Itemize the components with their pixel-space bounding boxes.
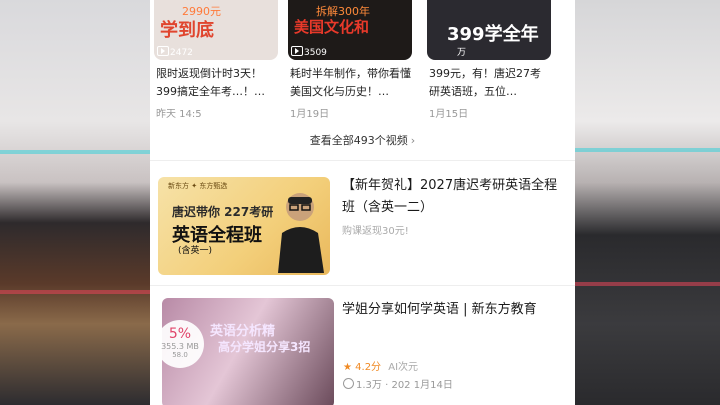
glitch-streak xyxy=(575,148,720,152)
thumbnail-caption: 英语分析精 xyxy=(210,324,276,339)
video-thumbnail[interactable]: 拆解300年 美国文化和 3509 xyxy=(288,0,412,60)
video-date: 1月15日 xyxy=(429,109,469,120)
thumbnail-brand-tag: 新东方 ✦ 东方甄选 xyxy=(168,182,228,190)
video-title[interactable]: 学姐分享如何学英语 | 新东方教育 xyxy=(342,298,537,317)
video-thumbnail[interactable]: 399学全年 万 xyxy=(427,0,551,60)
course-cashback-note: 购课返现30元! xyxy=(342,226,409,237)
divider xyxy=(150,160,575,161)
rating: ★ 4.2分 AI次元 xyxy=(343,358,418,373)
rating-value: 4.2分 xyxy=(355,362,382,373)
video-title[interactable]: 399元，有！唐迟27考研英语班，五位… xyxy=(429,65,551,101)
phone-screen: 2990元 学到底 2472 限时返现倒计时3天！399搞定全年考…！… 昨天 … xyxy=(150,0,575,405)
video-date: 1月14日 xyxy=(413,380,453,391)
background-right-band xyxy=(575,0,720,405)
play-count-icon xyxy=(291,46,303,56)
video-date: 1月19日 xyxy=(290,109,330,120)
chevron-right-icon: › xyxy=(410,134,416,147)
video-title[interactable]: 限时返现倒计时3天！399搞定全年考…！… xyxy=(156,65,278,101)
divider xyxy=(150,285,575,286)
download-progress-overlay: 5% 355.3 MB 58.0 xyxy=(156,320,204,368)
progress-speed: 58.0 xyxy=(172,351,188,359)
thumbnail-caption: 399学全年 xyxy=(447,24,539,45)
play-count-icon xyxy=(343,378,354,389)
view-all-label: 查看全部493个视频 xyxy=(309,134,408,147)
teacher-portrait xyxy=(278,193,324,273)
course-title[interactable]: 【新年贺礼】2027唐迟考研英语全程班（含英一二） xyxy=(342,175,562,219)
thumbnail-caption: 唐迟带你 227考研 xyxy=(172,205,274,219)
thumbnail-caption: 学到底 xyxy=(160,20,214,41)
view-count: 万 xyxy=(457,48,467,58)
star-icon: ★ xyxy=(343,362,352,373)
background-left-band xyxy=(0,0,150,405)
play-count-icon xyxy=(157,46,169,56)
video-thumbnail[interactable]: 2990元 学到底 2472 xyxy=(154,0,278,60)
progress-percent: 5% xyxy=(168,326,192,342)
view-count: 1.3万 xyxy=(356,380,382,391)
glitch-streak xyxy=(0,290,150,294)
view-count: 2472 xyxy=(170,48,193,58)
progress-size: 355.3 MB xyxy=(161,342,199,351)
view-all-videos-link[interactable]: 查看全部493个视频 › xyxy=(150,132,575,148)
video-meta: 1.3万 · 202 1月14日 xyxy=(343,376,453,391)
thumbnail-caption: 美国文化和 xyxy=(294,18,370,36)
video-date-partial: · 202 xyxy=(385,380,411,391)
video-date: 昨天 14:5 xyxy=(156,109,202,120)
thumbnail-caption-sub: (含英一) xyxy=(178,246,213,256)
glitch-streak xyxy=(0,150,150,154)
author-name[interactable]: AI次元 xyxy=(388,362,418,373)
view-count: 3509 xyxy=(304,48,327,58)
course-thumbnail[interactable]: 新东方 ✦ 东方甄选 唐迟带你 227考研 英语全程班 (含英一) xyxy=(158,177,330,275)
video-title[interactable]: 耗时半年制作，带你看懂美国文化与历史！… xyxy=(290,65,412,101)
video-grid: 2990元 学到底 2472 限时返现倒计时3天！399搞定全年考…！… 昨天 … xyxy=(150,0,575,124)
thumbnail-caption: 高分学姐分享3招 xyxy=(218,340,311,354)
glitch-streak xyxy=(575,282,720,286)
